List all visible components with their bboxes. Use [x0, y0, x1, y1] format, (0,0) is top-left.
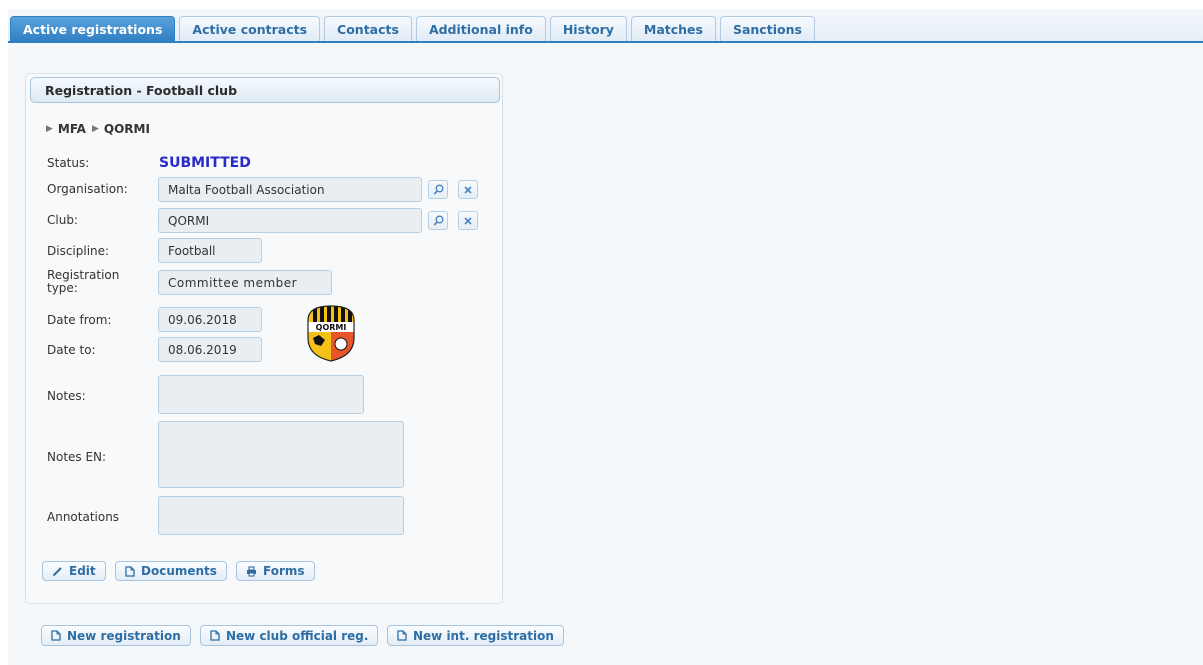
- tab-contacts[interactable]: Contacts: [324, 16, 412, 42]
- date-to-label: Date to:: [47, 343, 96, 357]
- status-label: Status:: [47, 156, 90, 170]
- edit-button[interactable]: Edit: [42, 561, 106, 581]
- notes-en-field[interactable]: [158, 421, 404, 488]
- search-icon: [433, 184, 443, 195]
- organisation-label: Organisation:: [47, 182, 128, 196]
- tab-active-registrations[interactable]: Active registrations: [10, 16, 176, 42]
- date-from-field[interactable]: 09.06.2018: [158, 307, 262, 332]
- club-logo-text: QORMI: [316, 323, 347, 332]
- close-icon: [464, 216, 472, 225]
- document-icon: [51, 630, 61, 641]
- club-search-button[interactable]: [428, 211, 448, 230]
- new-registration-button[interactable]: New registration: [41, 625, 191, 646]
- document-icon: [125, 565, 135, 577]
- notes-label: Notes:: [47, 389, 86, 403]
- printer-icon: [247, 565, 256, 577]
- document-icon: [210, 630, 220, 641]
- club-crest-logo: QORMI: [307, 305, 355, 362]
- breadcrumb-item-club[interactable]: QORMI: [104, 122, 150, 136]
- annotations-label: Annotations: [47, 510, 120, 524]
- documents-button-label: Documents: [141, 564, 217, 578]
- notes-en-label: Notes EN:: [47, 450, 107, 464]
- registration-type-label: Registration type:: [47, 268, 120, 295]
- document-icon: [397, 630, 407, 641]
- organisation-search-button[interactable]: [428, 180, 448, 199]
- forms-button-label: Forms: [263, 564, 305, 578]
- panel-title: Registration - Football club: [30, 77, 500, 103]
- new-registration-label: New registration: [67, 628, 181, 643]
- new-club-official-label: New club official reg.: [226, 628, 369, 643]
- discipline-label: Discipline:: [47, 244, 110, 258]
- club-label: Club:: [47, 213, 78, 227]
- tab-active-contracts[interactable]: Active contracts: [179, 16, 321, 42]
- breadcrumb: ▶ MFA ▶ QORMI: [46, 122, 150, 136]
- pencil-icon: [53, 566, 62, 576]
- tab-history[interactable]: History: [549, 16, 627, 42]
- organisation-field[interactable]: Malta Football Association: [158, 177, 422, 202]
- date-from-label: Date from:: [47, 313, 112, 327]
- organisation-clear-button[interactable]: [458, 180, 478, 199]
- breadcrumb-item-organisation[interactable]: MFA: [58, 122, 86, 136]
- club-field[interactable]: QORMI: [158, 208, 422, 233]
- tab-sanctions[interactable]: Sanctions: [719, 16, 815, 42]
- notes-field[interactable]: [158, 375, 364, 414]
- tab-bar: Active registrations Active contracts Co…: [8, 9, 1203, 42]
- close-icon: [464, 185, 472, 194]
- forms-button[interactable]: Forms: [236, 561, 315, 581]
- status-value: SUBMITTED: [159, 155, 251, 171]
- search-icon: [433, 215, 443, 226]
- tab-additional-info[interactable]: Additional info: [415, 16, 546, 42]
- date-to-field[interactable]: 08.06.2019: [158, 337, 262, 362]
- annotations-field[interactable]: [158, 496, 404, 535]
- documents-button[interactable]: Documents: [115, 561, 227, 581]
- breadcrumb-arrow-icon: ▶: [91, 124, 99, 134]
- edit-button-label: Edit: [69, 564, 96, 578]
- breadcrumb-arrow-icon: ▶: [46, 124, 53, 134]
- registration-type-field[interactable]: Committee member: [158, 270, 332, 295]
- club-clear-button[interactable]: [458, 211, 478, 230]
- tab-matches[interactable]: Matches: [630, 16, 716, 42]
- new-club-official-button[interactable]: New club official reg.: [200, 625, 379, 646]
- new-int-registration-button[interactable]: New int. registration: [387, 625, 564, 646]
- discipline-field[interactable]: Football: [158, 238, 262, 263]
- new-int-registration-label: New int. registration: [413, 628, 554, 643]
